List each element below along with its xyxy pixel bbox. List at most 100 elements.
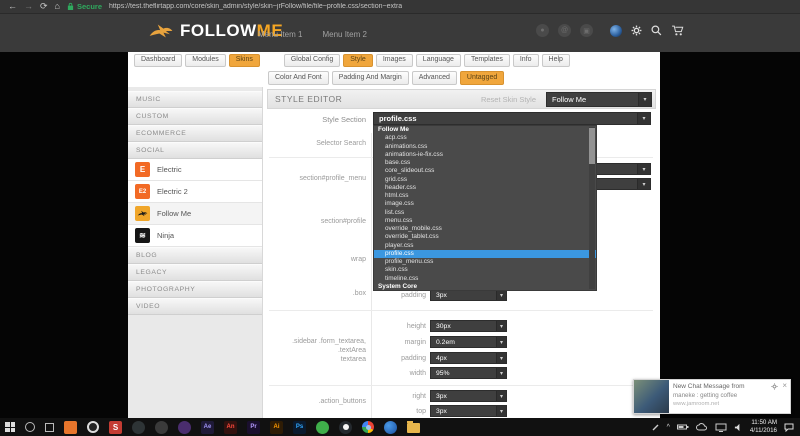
dropdown-scrollbar-thumb[interactable] <box>589 128 595 164</box>
sidebar-group-legacy[interactable]: LEGACY <box>128 264 262 281</box>
reset-skin-style-button[interactable]: Reset Skin Style <box>481 95 536 104</box>
sidebar-group-blog[interactable]: BLOG <box>128 247 262 264</box>
forward-icon[interactable]: → <box>24 2 33 11</box>
pen-icon[interactable] <box>652 423 660 431</box>
taskbar-clock[interactable]: 11:50 AM 4/11/2016 <box>750 419 777 436</box>
tab-untagged[interactable]: Untagged <box>460 71 504 84</box>
app-orange-icon[interactable] <box>64 421 77 434</box>
toast-close-icon[interactable]: × <box>782 382 787 390</box>
mentions-icon[interactable]: @ <box>558 24 571 37</box>
tab-modules[interactable]: Modules <box>185 54 225 67</box>
sidebar-group-music[interactable]: MUSIC <box>128 91 262 108</box>
cart-icon[interactable] <box>671 25 684 36</box>
tab-templates[interactable]: Templates <box>464 54 510 67</box>
tab-info[interactable]: Info <box>513 54 539 67</box>
sidebar-item-electric[interactable]: E Electric <box>128 159 262 181</box>
tab-language[interactable]: Language <box>416 54 461 67</box>
sidebar-group-ecommerce[interactable]: ECOMMERCE <box>128 125 262 142</box>
speaker-icon[interactable] <box>734 423 743 432</box>
task-view-icon[interactable] <box>45 423 54 432</box>
globe-icon[interactable] <box>610 25 622 37</box>
adobe-premiere-icon[interactable]: Pr <box>247 421 260 434</box>
search-icon[interactable] <box>651 25 662 36</box>
chrome-icon[interactable] <box>362 421 374 433</box>
sidebar-group-social[interactable]: SOCIAL <box>128 142 262 159</box>
width-select[interactable]: 95% ▾ <box>430 367 507 379</box>
adobe-illustrator-icon[interactable]: Ai <box>270 421 283 434</box>
sidebar-item-ninja[interactable]: ≋ Ninja <box>128 225 262 247</box>
network-display-icon[interactable] <box>715 423 727 432</box>
cortana-search-icon[interactable] <box>25 422 35 432</box>
url-field[interactable]: https://test.theflirtapp.com/core/skin_a… <box>109 3 402 10</box>
file-explorer-icon[interactable] <box>407 423 420 433</box>
camera-circle-icon[interactable]: ▣ <box>580 24 593 37</box>
tab-help[interactable]: Help <box>542 54 570 67</box>
dropdown-item[interactable]: core_slideout.css <box>374 167 596 175</box>
adobe-after-effects-icon[interactable]: Ae <box>201 421 214 434</box>
dropdown-item[interactable]: header.css <box>374 184 596 192</box>
dropdown-item[interactable]: animations-ie-fix.css <box>374 151 596 159</box>
dropdown-item[interactable]: skin.css <box>374 266 596 274</box>
dropdown-item[interactable]: image.css <box>374 200 596 208</box>
style-section-select[interactable]: profile.css ▾ <box>373 112 651 125</box>
blue-app-icon[interactable] <box>384 421 397 434</box>
start-button[interactable] <box>5 422 15 432</box>
dropdown-item[interactable]: grid.css <box>374 176 596 184</box>
adobe-photoshop-icon[interactable]: Ps <box>293 421 306 434</box>
record-app-icon[interactable] <box>87 421 99 433</box>
dropdown-item[interactable]: override_tablet.css <box>374 233 596 241</box>
skin-select[interactable]: Follow Me ▾ <box>546 92 652 107</box>
toast-settings-icon[interactable] <box>771 383 778 390</box>
tab-style[interactable]: Style <box>343 54 373 67</box>
refresh-icon[interactable]: ⟳ <box>40 2 48 11</box>
chat-app-icon[interactable] <box>316 421 329 434</box>
tab-global-config[interactable]: Global Config <box>284 54 340 67</box>
tab-images[interactable]: Images <box>376 54 413 67</box>
tab-color-and-font[interactable]: Color And Font <box>268 71 329 84</box>
onedrive-cloud-icon[interactable] <box>696 423 708 431</box>
sidebar-group-photography[interactable]: PHOTOGRAPHY <box>128 281 262 298</box>
action-center-icon[interactable] <box>784 422 794 432</box>
menu-item-1[interactable]: Menu Item 1 <box>258 30 302 39</box>
dropdown-item[interactable]: base.css <box>374 159 596 167</box>
media-app-icon[interactable] <box>155 421 168 434</box>
camera-app-icon[interactable] <box>132 421 145 434</box>
security-chip[interactable]: Secure <box>67 2 102 11</box>
top-select[interactable]: 3px ▾ <box>430 405 507 417</box>
user-circle-icon[interactable]: ● <box>536 24 549 37</box>
dropdown-item[interactable]: timeline.css <box>374 275 596 283</box>
github-icon[interactable] <box>339 421 352 434</box>
tab-dashboard[interactable]: Dashboard <box>134 54 182 67</box>
adobe-animate-icon[interactable]: An <box>224 421 237 434</box>
dropdown-item[interactable]: acp.css <box>374 134 596 142</box>
dropdown-item[interactable]: override_mobile.css <box>374 225 596 233</box>
padding-select[interactable]: 4px ▾ <box>430 352 507 364</box>
sidebar-group-custom[interactable]: CUSTOM <box>128 108 262 125</box>
chat-notification-toast[interactable]: New Chat Message from maneke : getting c… <box>633 379 791 414</box>
dropdown-scrollbar[interactable] <box>589 127 595 289</box>
menu-item-2[interactable]: Menu Item 2 <box>322 30 366 39</box>
tab-padding-and-margin[interactable]: Padding And Margin <box>332 71 409 84</box>
dropdown-item[interactable]: animations.css <box>374 143 596 151</box>
height-select[interactable]: 30px ▾ <box>430 320 507 332</box>
home-icon[interactable]: ⌂ <box>55 2 60 11</box>
tab-advanced[interactable]: Advanced <box>412 71 457 84</box>
gear-icon[interactable] <box>631 25 642 36</box>
dropdown-item[interactable]: player.css <box>374 242 596 250</box>
dropdown-item[interactable]: menu.css <box>374 217 596 225</box>
back-icon[interactable]: ← <box>8 2 17 11</box>
dropdown-item[interactable]: html.css <box>374 192 596 200</box>
right-select[interactable]: 3px ▾ <box>430 390 507 402</box>
sidebar-item-follow-me[interactable]: Follow Me <box>128 203 262 225</box>
margin-select[interactable]: 0.2em ▾ <box>430 336 507 348</box>
sidebar-group-video[interactable]: VIDEO <box>128 298 262 315</box>
hidden-icons-chevron[interactable]: ^ <box>667 424 670 431</box>
sublime-icon[interactable]: S <box>109 421 122 434</box>
sidebar-item-electric-2[interactable]: E2 Electric 2 <box>128 181 262 203</box>
dropdown-item[interactable]: profile_menu.css <box>374 258 596 266</box>
battery-icon[interactable] <box>677 424 689 430</box>
music-app-icon[interactable] <box>178 421 191 434</box>
dropdown-item[interactable]: list.css <box>374 209 596 217</box>
dropdown-item-selected[interactable]: profile.css <box>374 250 596 258</box>
tab-skins[interactable]: Skins <box>229 54 260 67</box>
